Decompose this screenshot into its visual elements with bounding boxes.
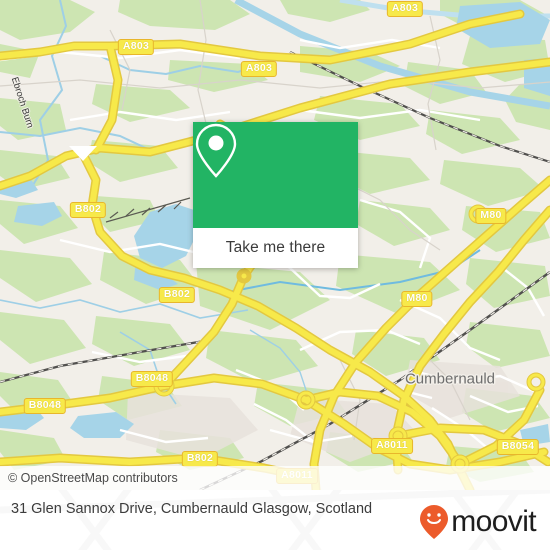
map-attribution: © OpenStreetMap contributors xyxy=(0,466,550,490)
callout-tail xyxy=(69,146,97,161)
moovit-smiley-pin-icon xyxy=(420,505,449,539)
road-shield: B8048 xyxy=(130,371,174,387)
footer-bar: 31 Glen Sannox Drive, Cumbernauld Glasgo… xyxy=(0,490,550,550)
address-text: 31 Glen Sannox Drive, Cumbernauld Glasgo… xyxy=(11,501,373,517)
place-label-cumbernauld: Cumbernauld xyxy=(404,370,496,388)
road-shield: A803 xyxy=(117,39,155,55)
moovit-logo: moovit xyxy=(419,504,537,540)
road-shield: B802 xyxy=(158,287,196,303)
road-shield: B802 xyxy=(69,202,107,218)
map-canvas[interactable]: A803 A803 A803 B802 M80 B802 M80 B8048 B… xyxy=(0,0,550,490)
road-shield: A803 xyxy=(240,61,278,77)
map-screenshot: A803 A803 A803 B802 M80 B802 M80 B8048 B… xyxy=(0,0,550,550)
callout-pin-panel xyxy=(193,122,358,228)
road-shield: B802 xyxy=(181,451,219,467)
take-me-there-button[interactable]: Take me there xyxy=(193,228,358,268)
road-shield: B8048 xyxy=(23,398,67,414)
road-shield: B8054 xyxy=(496,439,540,455)
road-shield: M80 xyxy=(475,208,507,224)
road-shield: A8011 xyxy=(371,438,413,454)
map-pin-icon xyxy=(195,123,237,178)
road-shield: M80 xyxy=(401,291,433,307)
road-shield: A803 xyxy=(386,1,424,17)
moovit-wordmark: moovit xyxy=(451,505,536,538)
location-callout-card[interactable]: Take me there xyxy=(193,122,358,268)
attribution-text: © OpenStreetMap contributors xyxy=(8,471,178,485)
